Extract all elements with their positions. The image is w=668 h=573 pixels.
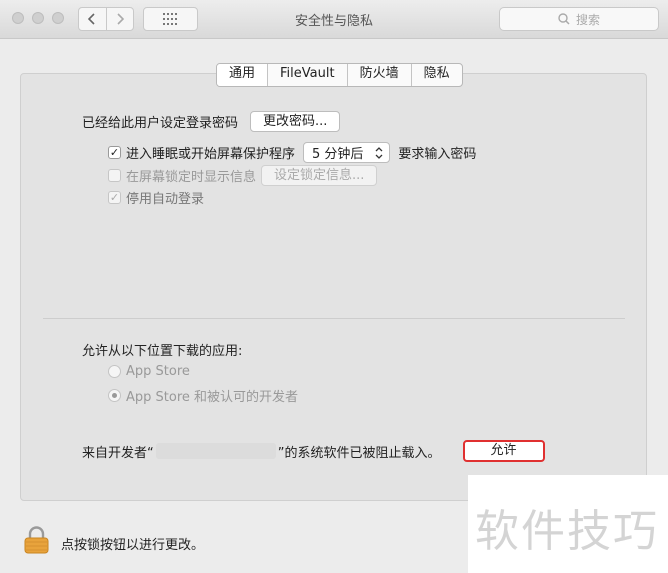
section-divider	[43, 318, 625, 319]
show-message-row: 在屏幕锁定时显示信息 设定锁定信息...	[108, 165, 378, 186]
set-lock-message-button[interactable]: 设定锁定信息...	[261, 165, 378, 186]
require-password-suffix: 要求输入密码	[398, 147, 477, 162]
search-placeholder: 搜索	[575, 12, 600, 27]
settings-panel	[20, 73, 647, 501]
radio-identified-label: App Store 和被认可的开发者	[126, 390, 299, 405]
blocked-software-row: 来自开发者“ ”的系统软件已被阻止载入。 允许	[82, 440, 545, 462]
disable-autologin-row: ✓ 停用自动登录	[108, 188, 204, 207]
radio-app-store-row: App Store	[108, 364, 190, 379]
disable-autologin-checkbox[interactable]: ✓	[108, 191, 121, 204]
tab-bar: 通用 FileVault 防火墙 隐私	[216, 63, 463, 87]
search-field[interactable]: 搜索	[499, 7, 659, 31]
require-password-delay-select[interactable]: 5 分钟后	[303, 142, 391, 163]
tab-privacy[interactable]: 隐私	[410, 64, 462, 86]
downloads-heading: 允许从以下位置下载的应用:	[82, 344, 243, 359]
tab-filevault[interactable]: FileVault	[267, 64, 347, 86]
watermark-text: 软件技巧	[475, 506, 659, 557]
show-message-label: 在屏幕锁定时显示信息	[126, 170, 257, 185]
downloads-heading-row: 允许从以下位置下载的应用:	[82, 340, 242, 359]
radio-app-store[interactable]	[108, 365, 121, 378]
radio-selected-dot	[112, 393, 117, 398]
blocked-suffix: ”的系统软件已被阻止载入。	[277, 445, 441, 461]
require-password-row: ✓ 进入睡眠或开始屏幕保护程序 5 分钟后 要求输入密码	[108, 142, 476, 163]
radio-app-store-identified[interactable]	[108, 389, 121, 402]
allow-button[interactable]: 允许	[462, 440, 545, 462]
title-bar: 安全性与隐私 搜索	[0, 0, 668, 39]
lock-button[interactable]	[24, 526, 49, 554]
tab-firewall[interactable]: 防火墙	[346, 64, 411, 86]
redacted-developer-name	[155, 443, 276, 459]
require-password-label: 进入睡眠或开始屏幕保护程序	[126, 147, 296, 162]
select-value: 5 分钟后	[312, 147, 364, 162]
chevron-updown-icon	[375, 146, 383, 159]
lock-text: 点按锁按钮以进行更改。	[61, 538, 205, 553]
require-password-checkbox[interactable]: ✓	[108, 146, 121, 159]
radio-identified-row: App Store 和被认可的开发者	[108, 386, 298, 405]
lock-text-row: 点按锁按钮以进行更改。	[61, 534, 204, 553]
blocked-prefix: 来自开发者“	[82, 445, 154, 461]
tab-general[interactable]: 通用	[217, 64, 268, 86]
change-password-button[interactable]: 更改密码...	[250, 111, 341, 132]
lock-icon	[24, 526, 49, 554]
search-icon	[558, 13, 570, 25]
disable-autologin-label: 停用自动登录	[126, 192, 205, 207]
password-label: 已经给此用户设定登录密码	[82, 116, 239, 131]
radio-app-store-label: App Store	[126, 364, 190, 379]
show-message-checkbox[interactable]	[108, 169, 121, 182]
password-row: 已经给此用户设定登录密码 更改密码...	[82, 111, 341, 132]
